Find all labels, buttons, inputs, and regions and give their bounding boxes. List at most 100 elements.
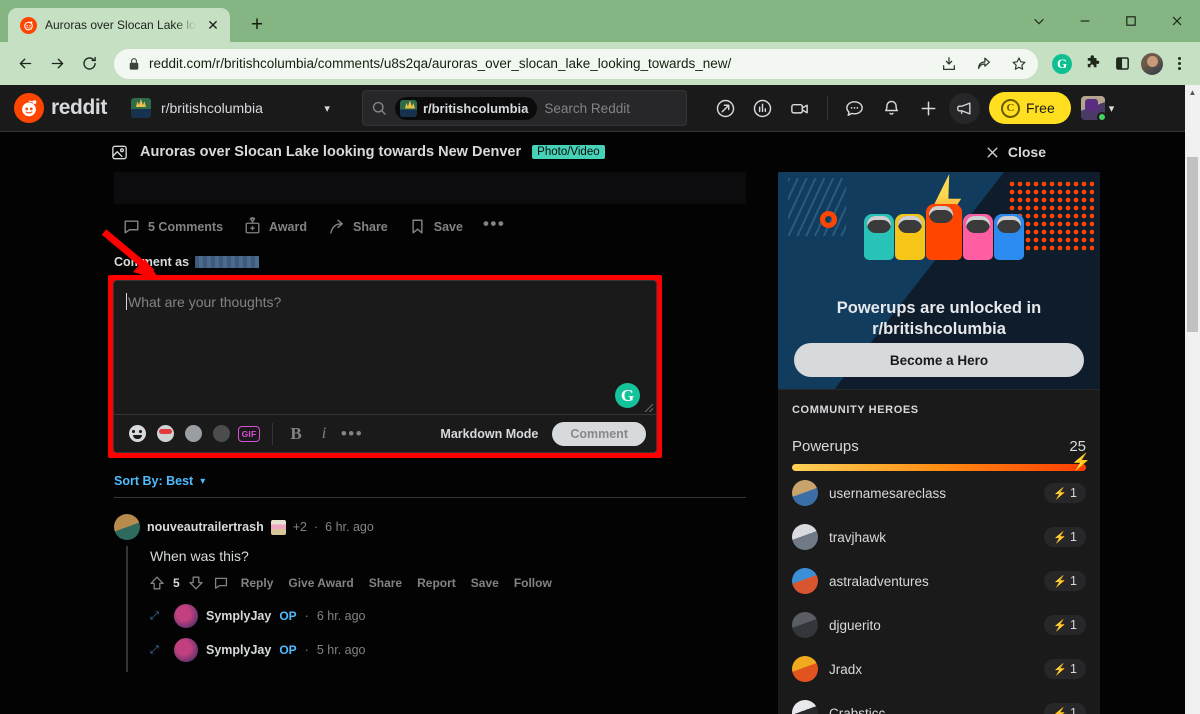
install-icon[interactable] <box>936 51 962 77</box>
comment-action-reply[interactable]: Reply <box>235 572 280 594</box>
resize-handle[interactable] <box>645 404 653 412</box>
new-tab-button[interactable]: + <box>242 9 272 39</box>
grammarly-icon[interactable]: G <box>1048 50 1076 78</box>
comment-author[interactable]: nouveautrailertrash <box>147 520 264 534</box>
op-badge: OP <box>279 609 296 623</box>
scroll-up-icon[interactable]: ▲ <box>1185 85 1200 100</box>
reply-timestamp: 6 hr. ago <box>317 609 366 623</box>
bold-button[interactable]: B <box>283 421 309 447</box>
comment-action-give-award[interactable]: Give Award <box>282 572 359 594</box>
comment-action-share[interactable]: Share <box>363 572 408 594</box>
list-item[interactable]: Jradx ⚡1 <box>792 647 1086 691</box>
sidepanel-icon[interactable] <box>1108 50 1136 78</box>
status-badge: ⚡1 <box>1044 483 1086 503</box>
address-bar[interactable]: reddit.com/r/britishcolumbia/comments/u8… <box>114 49 1038 79</box>
become-a-hero-button[interactable]: Become a Hero <box>794 343 1084 377</box>
comment-action-follow[interactable]: Follow <box>508 572 558 594</box>
subreddit-switcher[interactable]: r/britishcolumbia ▾ <box>123 92 338 124</box>
reddit-icon <box>20 17 37 34</box>
save-button[interactable]: Save <box>400 212 471 241</box>
share-button[interactable]: Share <box>319 212 396 241</box>
tab-search-chevron-icon[interactable] <box>1016 0 1062 42</box>
reload-icon[interactable] <box>74 49 104 79</box>
downvote-icon[interactable] <box>185 572 207 594</box>
reddit-logo[interactable]: reddit <box>14 93 107 123</box>
award-label: Award <box>269 220 307 234</box>
popular-icon[interactable] <box>709 91 743 125</box>
free-coins-button[interactable]: C Free <box>989 92 1071 124</box>
browser-tab[interactable]: Auroras over Slocan Lake looking ✕ <box>8 8 230 42</box>
list-item[interactable]: djguerito ⚡1 <box>792 603 1086 647</box>
chat-icon[interactable] <box>838 91 872 125</box>
hero-points: 1 <box>1070 530 1077 544</box>
list-item[interactable]: astraladventures ⚡1 <box>792 559 1086 603</box>
snoo-emoji-icon[interactable] <box>152 421 178 447</box>
grammarly-icon[interactable]: G <box>615 383 640 408</box>
expand-icon[interactable]: ⤢ <box>150 610 166 623</box>
list-item[interactable]: travjhawk ⚡1 <box>792 515 1086 559</box>
upvote-icon[interactable] <box>146 572 168 594</box>
comment-composer[interactable]: What are your thoughts? G GIF B <box>113 280 657 453</box>
minimize-icon[interactable] <box>1062 0 1108 42</box>
forward-icon[interactable] <box>42 49 72 79</box>
comment-composer-highlight: What are your thoughts? G GIF B <box>108 275 662 458</box>
user-menu[interactable]: ▾ <box>1081 96 1115 120</box>
avatar <box>792 524 818 550</box>
lightning-bolt-icon: ⚡ <box>1053 531 1067 544</box>
advertise-megaphone-icon[interactable] <box>949 93 980 124</box>
close-window-icon[interactable] <box>1154 0 1200 42</box>
reply-author[interactable]: SymplyJay <box>206 609 271 623</box>
award-icon <box>243 217 262 236</box>
composer-toolbar: GIF B i ••• Markdown Mode Comment <box>114 414 656 452</box>
more-options-button[interactable]: ••• <box>475 214 513 239</box>
search-scope-chip[interactable]: r/britishcolumbia <box>395 97 537 120</box>
maximize-icon[interactable] <box>1108 0 1154 42</box>
bookmark-icon <box>408 217 427 236</box>
thread-line[interactable] <box>126 546 128 672</box>
notifications-icon[interactable] <box>875 91 909 125</box>
bookmark-star-icon[interactable] <box>1006 51 1032 77</box>
back-icon[interactable] <box>10 49 40 79</box>
avatar[interactable] <box>174 604 198 628</box>
sort-by-dropdown[interactable]: Sort By: Best ▾ <box>100 458 760 488</box>
avatar[interactable] <box>174 638 198 662</box>
free-label: Free <box>1026 100 1055 116</box>
expand-icon[interactable]: ⤢ <box>150 644 166 657</box>
composer-more-button[interactable]: ••• <box>339 421 365 447</box>
reply-icon[interactable] <box>210 572 232 594</box>
close-post-button[interactable]: Close <box>985 144 1186 160</box>
tab-close-icon[interactable]: ✕ <box>204 16 222 34</box>
gif-icon[interactable]: GIF <box>236 421 262 447</box>
submit-comment-button[interactable]: Comment <box>552 422 646 446</box>
search-input[interactable]: r/britishcolumbia Search Reddit <box>362 90 687 126</box>
create-post-icon[interactable] <box>912 91 946 125</box>
share-label: Share <box>353 220 388 234</box>
comment-reply-collapsed: ⤢ SymplyJay OP · 6 hr. ago <box>150 604 760 628</box>
list-item[interactable]: Crabsticc_ ⚡1 <box>792 691 1086 714</box>
comment-action-save[interactable]: Save <box>465 572 505 594</box>
post-media-thumbnail[interactable] <box>114 172 746 204</box>
award-button[interactable]: Award <box>235 212 315 241</box>
scrollbar-thumb[interactable] <box>1187 157 1198 332</box>
puzzle-icon[interactable] <box>1078 50 1106 78</box>
snoo-emoji-2-icon[interactable] <box>180 421 206 447</box>
powerups-label: Powerups <box>792 438 1069 455</box>
separator: · <box>314 520 318 534</box>
page-scrollbar[interactable]: ▲ <box>1185 85 1200 714</box>
browser-menu-kebab-icon[interactable] <box>1168 50 1190 78</box>
post-overlay-header: Auroras over Slocan Lake looking towards… <box>0 132 1200 172</box>
live-chat-icon[interactable] <box>783 91 817 125</box>
share-icon[interactable] <box>971 51 997 77</box>
emoji-icon[interactable] <box>124 421 150 447</box>
reply-author[interactable]: SymplyJay <box>206 643 271 657</box>
comment-action-report[interactable]: Report <box>411 572 462 594</box>
profile-avatar[interactable] <box>1138 50 1166 78</box>
trending-icon[interactable] <box>746 91 780 125</box>
comment-textarea[interactable]: What are your thoughts? G <box>114 281 656 414</box>
markdown-mode-button[interactable]: Markdown Mode <box>440 427 538 441</box>
snoo-emoji-3-icon[interactable] <box>208 421 234 447</box>
list-item[interactable]: usernamesareclass ⚡1 <box>792 471 1086 515</box>
avatar[interactable] <box>114 514 140 540</box>
separator: · <box>305 609 309 623</box>
italic-button[interactable]: i <box>311 421 337 447</box>
